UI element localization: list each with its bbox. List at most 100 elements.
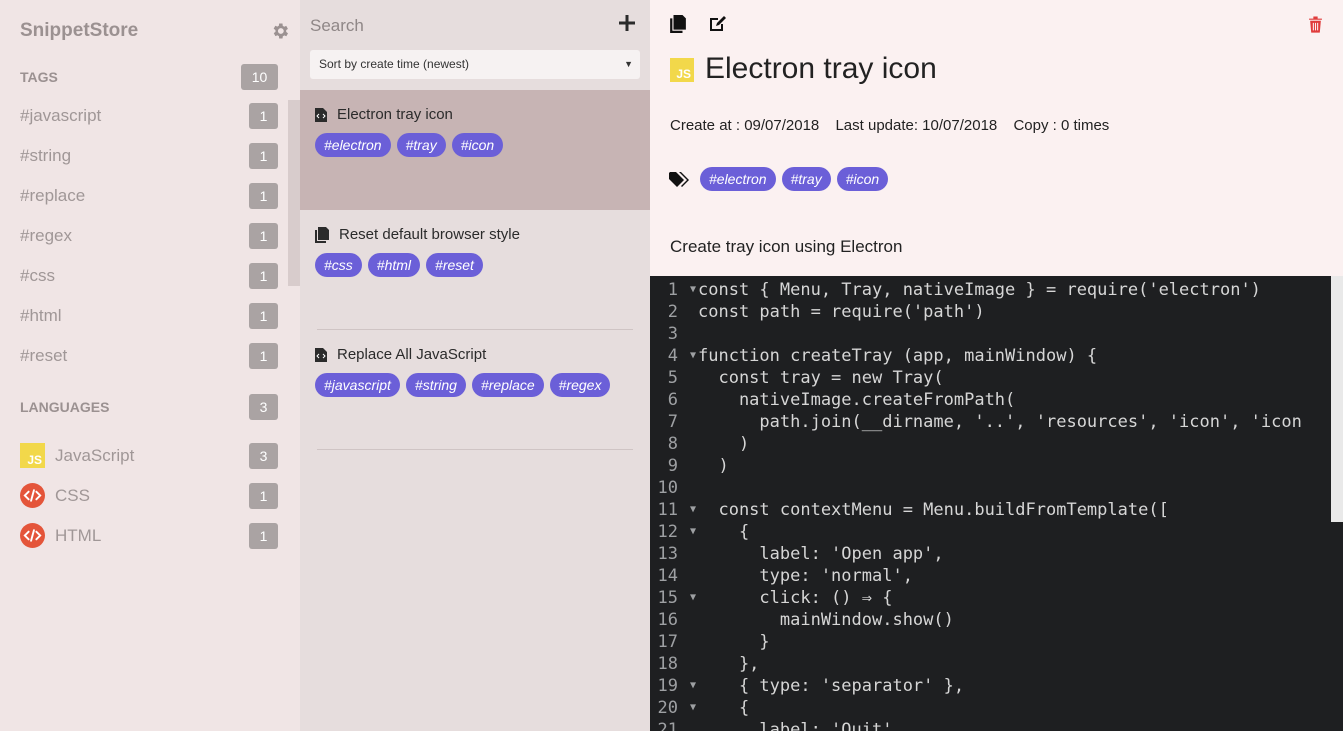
fold-arrow-icon[interactable]: ▼ <box>690 697 696 719</box>
line-number: 11 ▼ <box>657 499 696 521</box>
line-number: 2 <box>667 302 678 322</box>
tag-pill[interactable]: #tray <box>781 167 831 191</box>
tag-pill[interactable]: #reset <box>426 253 483 277</box>
snippet-tags: #electron #tray #icon <box>315 133 504 157</box>
fold-arrow-icon[interactable]: ▼ <box>690 499 696 521</box>
add-snippet-icon[interactable] <box>618 14 636 32</box>
tag-count: 1 <box>249 183 278 209</box>
code-line: }, <box>698 654 760 674</box>
line-number: 21 <box>657 720 678 731</box>
editor-scrollbar[interactable] <box>1331 276 1343 522</box>
sidebar-lang-html[interactable]: HTML 1 <box>20 523 278 549</box>
tag-pill[interactable]: #html <box>367 253 421 277</box>
sidebar-tag-javascript[interactable]: #javascript 1 <box>20 103 278 129</box>
tag-label: #html <box>20 306 62 325</box>
line-number: 17 <box>657 632 678 652</box>
sort-label: Sort by create time (newest) <box>319 57 470 71</box>
code-content[interactable]: const { Menu, Tray, nativeImage } = requ… <box>698 279 1333 731</box>
fold-arrow-icon[interactable]: ▼ <box>690 279 696 301</box>
line-number: 10 <box>657 478 678 498</box>
code-line: ) <box>698 456 729 476</box>
tag-count: 1 <box>249 263 278 289</box>
edit-icon[interactable] <box>708 15 728 33</box>
line-number: 5 <box>667 368 678 388</box>
search-input[interactable] <box>310 14 570 38</box>
tag-pill[interactable]: #replace <box>471 373 544 397</box>
tag-pill[interactable]: #javascript <box>315 373 400 397</box>
dropdown-caret-icon: ▼ <box>624 59 633 69</box>
app-title: SnippetStore <box>20 20 139 41</box>
lang-label: HTML <box>55 526 102 545</box>
code-line: const contextMenu = Menu.buildFromTempla… <box>698 500 1169 520</box>
snippet-item-reset-default-browser-style[interactable]: Reset default browser style #css #html #… <box>300 210 650 330</box>
trash-icon[interactable] <box>1308 15 1323 33</box>
tag-pill[interactable]: #tray <box>396 133 446 157</box>
code-line: type: 'normal', <box>698 566 913 586</box>
code-line: path.join(__dirname, '..', 'resources', … <box>698 412 1302 432</box>
code-line: nativeImage.createFromPath( <box>698 390 1016 410</box>
code-line: function createTray (app, mainWindow) { <box>698 346 1098 366</box>
copy-count: Copy : 0 times <box>1013 117 1110 134</box>
fold-arrow-icon[interactable]: ▼ <box>690 345 696 367</box>
js-icon: JS <box>670 58 694 82</box>
tag-pill[interactable]: #icon <box>836 167 889 191</box>
gear-icon[interactable] <box>270 21 290 41</box>
snippet-detail: JS Electron tray icon Create at : 09/07/… <box>650 0 1343 731</box>
tag-label: #regex <box>20 226 72 245</box>
fold-arrow-icon[interactable]: ▼ <box>690 675 696 697</box>
lang-label: CSS <box>55 486 90 505</box>
code-line: ) <box>698 434 750 454</box>
tag-pill[interactable]: #icon <box>451 133 504 157</box>
line-number: 18 <box>657 654 678 674</box>
tag-pill[interactable]: #regex <box>549 373 611 397</box>
snippet-title: Reset default browser style <box>339 226 520 243</box>
copy-icon[interactable] <box>669 15 687 33</box>
line-number: 9 <box>667 456 678 476</box>
snippet-item-replace-all-javascript[interactable]: Replace All JavaScript #javascript #stri… <box>300 330 650 450</box>
fold-arrow-icon[interactable]: ▼ <box>690 587 696 609</box>
tag-count: 1 <box>249 223 278 249</box>
sidebar-lang-javascript[interactable]: JS JavaScript 3 <box>20 443 278 469</box>
sidebar-tag-replace[interactable]: #replace 1 <box>20 183 278 209</box>
sidebar-scrollbar[interactable] <box>288 100 300 286</box>
sidebar: SnippetStore TAGS 10 #javascript 1 #strin… <box>0 0 300 731</box>
snippet-item-electron-tray-icon[interactable]: Electron tray icon #electron #tray #icon <box>300 90 650 210</box>
code-line: mainWindow.show() <box>698 610 954 630</box>
last-update: Last update: 10/07/2018 <box>835 117 998 134</box>
lang-count: 3 <box>249 443 278 469</box>
sidebar-tag-string[interactable]: #string 1 <box>20 143 278 169</box>
tag-pill[interactable]: #electron <box>700 167 776 191</box>
snippet-title: Electron tray icon <box>337 106 453 123</box>
tag-count: 1 <box>249 343 278 369</box>
line-number: 14 <box>657 566 678 586</box>
sidebar-tag-html[interactable]: #html 1 <box>20 303 278 329</box>
line-number: 15 ▼ <box>657 587 696 609</box>
line-number: 20 ▼ <box>657 697 696 719</box>
line-number: 7 <box>667 412 678 432</box>
code-editor[interactable]: 1 ▼ 2 3 4 ▼ 5 6 7 8 9 10 11 ▼ 12 ▼ 13 14 15 ▼ 16 17 18 19 ▼ 20 ▼ 21… <box>650 276 1343 731</box>
tag-pill[interactable]: #css <box>315 253 362 277</box>
line-number: 16 <box>657 610 678 630</box>
sidebar-tag-regex[interactable]: #regex 1 <box>20 223 278 249</box>
line-number: 13 <box>657 544 678 564</box>
snippet-detail-title: Electron tray icon <box>705 52 937 85</box>
tags-icon <box>669 172 689 187</box>
tag-pill[interactable]: #electron <box>315 133 391 157</box>
code-line: click: () ⇒ { <box>698 588 893 608</box>
languages-header: LANGUAGES <box>20 399 110 415</box>
languages-count-badge: 3 <box>249 394 278 420</box>
code-line: const path = require('path') <box>698 302 985 322</box>
sort-select[interactable]: Sort by create time (newest) ▼ <box>310 50 640 79</box>
sidebar-tag-css[interactable]: #css 1 <box>20 263 278 289</box>
sidebar-lang-css[interactable]: CSS 1 <box>20 483 278 509</box>
code-line: const tray = new Tray( <box>698 368 944 388</box>
snippet-list-panel: Sort by create time (newest) ▼ Electron t… <box>300 0 650 731</box>
line-number: 12 ▼ <box>657 521 696 543</box>
line-number: 1 ▼ <box>667 279 696 301</box>
code-line: } <box>698 632 770 652</box>
fold-arrow-icon[interactable]: ▼ <box>690 521 696 543</box>
code-line: label: 'Open app', <box>698 544 944 564</box>
tag-pill[interactable]: #string <box>405 373 466 397</box>
sidebar-tag-reset[interactable]: #reset 1 <box>20 343 278 369</box>
